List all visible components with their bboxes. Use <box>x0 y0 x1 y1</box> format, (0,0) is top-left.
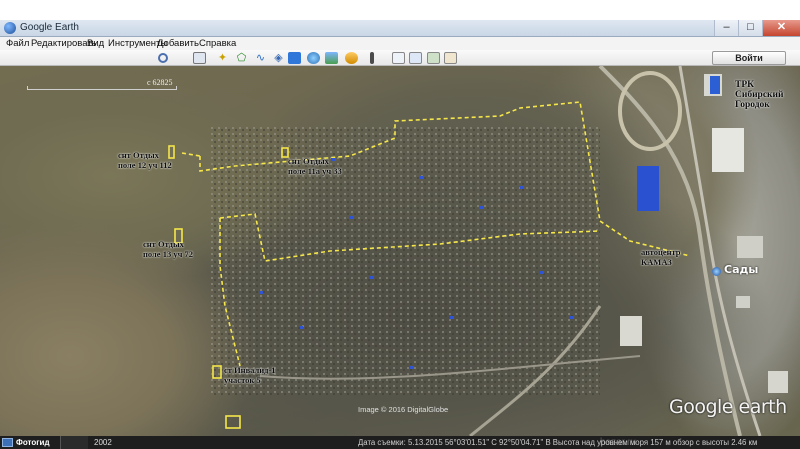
menu-bar: Файл Редактировать Вид Инструменты Добав… <box>0 37 800 50</box>
menu-add[interactable]: Добавить <box>157 37 199 50</box>
menu-help[interactable]: Справка <box>199 37 236 50</box>
window-title: Google Earth <box>20 22 79 33</box>
label-trk: ТРК Сибирский Городок <box>735 80 784 110</box>
signin-button[interactable]: Войти <box>712 51 786 65</box>
status-info: Дата съемки: 5.13.2015 56°03'01.51" С 92… <box>358 438 758 447</box>
planets-icon[interactable] <box>345 52 358 64</box>
label-invalid-1: ст Инвалид-1 участок 5 <box>224 365 276 385</box>
ruler-icon[interactable] <box>370 52 374 64</box>
status-bar: Фотогид 2002 Дата съемки: 5.13.2015 56°0… <box>0 436 800 449</box>
sidebar-icon[interactable] <box>193 52 206 64</box>
watermark: bazar.ru <box>600 437 637 448</box>
scale-label: с 62825 <box>147 78 173 87</box>
label-field-13: снт Отдых поле 13 уч 72 <box>143 239 193 259</box>
place-marker-icon[interactable] <box>712 267 721 276</box>
tour-icon[interactable] <box>288 52 301 64</box>
map-scale: с 62825 <box>27 72 177 94</box>
status-separator <box>60 436 88 449</box>
label-field-12: снт Отдых поле 12 уч 112 <box>118 150 172 170</box>
toolbar: ✦ ⬠ ∿ ◈ Войти <box>0 50 800 66</box>
label-kamaz: автоцентр КАМАЗ <box>641 247 681 267</box>
search-icon[interactable] <box>158 53 168 63</box>
image-credit: Image © 2016 DigitalGlobe <box>358 405 449 414</box>
historical-year: 2002 <box>94 438 112 447</box>
menu-file[interactable]: Файл <box>6 37 29 50</box>
save-image-icon[interactable] <box>427 52 440 64</box>
map-view[interactable]: с 62825 снт Отдых поле 12 уч 112 снт Отд… <box>0 66 800 436</box>
email-icon[interactable] <box>392 52 405 64</box>
tour-guide-label[interactable]: Фотогид <box>16 437 50 448</box>
place-name[interactable]: Сады <box>724 263 758 276</box>
close-button[interactable]: ✕ <box>762 20 800 36</box>
label-field-11a: снт Отдых поле 11а уч 33 <box>288 156 342 176</box>
google-earth-logo-icon <box>4 22 16 34</box>
placemark-icon[interactable]: ✦ <box>216 52 229 64</box>
path-icon[interactable]: ∿ <box>254 52 267 64</box>
tour-guide-icon[interactable] <box>2 438 13 447</box>
maps-icon[interactable] <box>444 52 457 64</box>
historical-imagery-icon[interactable] <box>307 52 320 64</box>
maximize-button[interactable]: □ <box>738 20 762 36</box>
window-controls: – □ ✕ <box>714 20 800 37</box>
menu-view[interactable]: Вид <box>87 37 104 50</box>
minimize-button[interactable]: – <box>714 20 738 36</box>
sun-icon[interactable] <box>325 52 338 64</box>
polygon-icon[interactable]: ⬠ <box>235 52 248 64</box>
print-icon[interactable] <box>409 52 422 64</box>
google-earth-brand: Google earth <box>669 396 787 418</box>
overlay-icon[interactable]: ◈ <box>272 52 285 64</box>
title-bar: Google Earth – □ ✕ <box>0 20 800 37</box>
